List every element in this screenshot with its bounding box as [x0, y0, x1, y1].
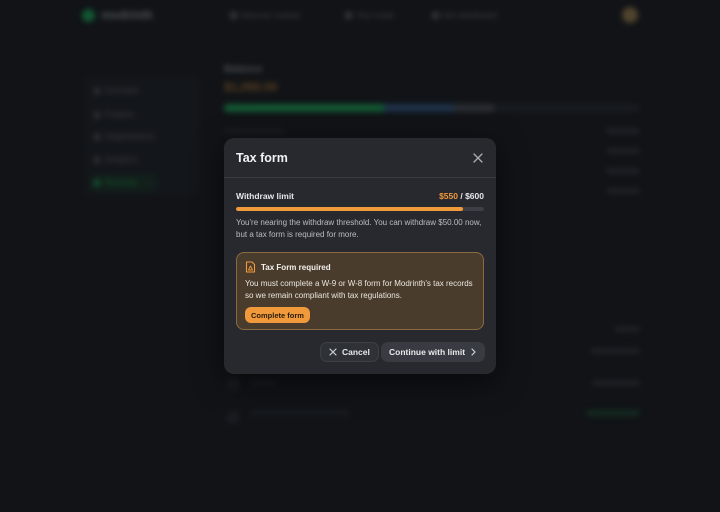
alert-body: You must complete a W-9 or W-8 form for … [245, 279, 473, 300]
close-icon [473, 153, 483, 163]
withdraw-limit-amounts: $550 / $600 [439, 191, 484, 201]
limit-separator: / [457, 191, 466, 201]
continue-with-limit-button[interactable]: Continue with limit [381, 342, 486, 362]
limit-note: You're nearing the withdraw threshold. Y… [236, 218, 482, 239]
withdraw-limit-label: Withdraw limit [236, 191, 295, 201]
limit-max: $600 [465, 191, 484, 201]
modal-title: Tax form [236, 151, 288, 165]
tax-form-alert: Tax Form required You must complete a W-… [236, 252, 484, 330]
cancel-button[interactable]: Cancel [320, 342, 379, 362]
divider [224, 177, 496, 178]
complete-form-button[interactable]: Complete form [245, 307, 310, 323]
continue-label: Continue with limit [389, 347, 466, 357]
close-button[interactable] [470, 150, 486, 166]
progress-fill [236, 207, 464, 211]
close-icon [329, 348, 337, 356]
alert-title: Tax Form required [261, 263, 331, 272]
tax-form-modal: Tax form Withdraw limit $550 / $600 You'… [224, 138, 496, 374]
limit-used: $550 [439, 191, 458, 201]
chevron-right-icon [471, 348, 476, 356]
cancel-label: Cancel [342, 347, 370, 357]
document-warning-icon [245, 261, 256, 273]
withdraw-limit-progress [236, 207, 484, 211]
